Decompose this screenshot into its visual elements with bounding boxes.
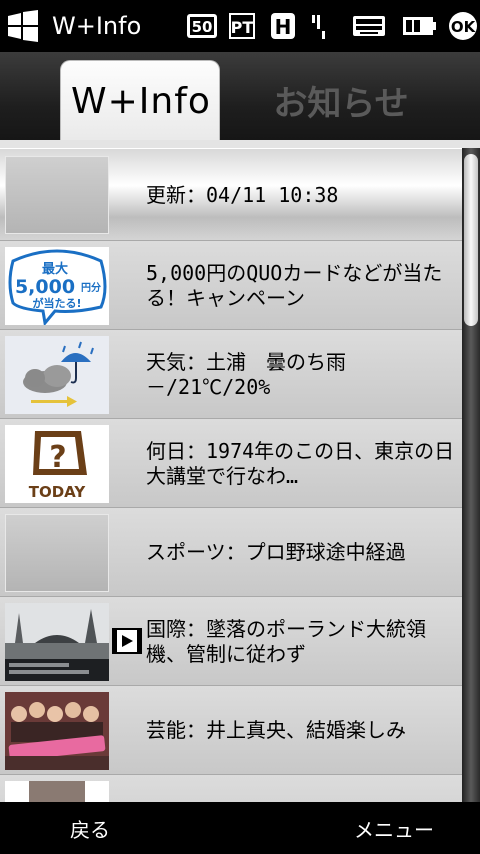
photo-partial bbox=[5, 781, 109, 802]
signal-icon bbox=[312, 15, 325, 39]
ok-button[interactable]: OK bbox=[448, 11, 478, 41]
tab-oshirase-label: お知らせ bbox=[273, 84, 409, 124]
update-header-row[interactable]: 更新：04/11 10:38 bbox=[0, 148, 462, 241]
list-item-text: 何日：1974年のこの日、東京の日大講堂で行なわ… bbox=[146, 438, 455, 488]
h-label: H bbox=[275, 15, 292, 39]
pt-icon: PT bbox=[229, 13, 255, 39]
battery-icon bbox=[403, 17, 436, 35]
list-item-text: 国際：墜落のポーランド大統領機、管制に従わず bbox=[146, 616, 426, 666]
svg-text:?: ? bbox=[49, 440, 66, 475]
scrollbar-thumb[interactable] bbox=[464, 154, 478, 326]
video-icon bbox=[112, 628, 142, 654]
photo-group-event bbox=[5, 692, 109, 770]
quo-campaign-image: 最大 5,000 円分 が当たる! bbox=[5, 247, 109, 325]
ok-label: OK bbox=[451, 18, 477, 36]
thumb-placeholder bbox=[5, 514, 109, 592]
list-item-text: スポーツ：プロ野球途中経過 bbox=[146, 540, 406, 564]
list-item[interactable]: スポーツ：プロ野球途中経過 bbox=[0, 508, 462, 597]
windows-start-icon[interactable] bbox=[6, 10, 40, 42]
scrollbar[interactable] bbox=[462, 148, 480, 802]
pt-label: PT bbox=[231, 18, 254, 37]
quo-line4: が当たる! bbox=[32, 296, 81, 310]
today-icon: ? TODAY bbox=[5, 425, 109, 503]
info-list[interactable]: 更新：04/11 10:38 最大 5,000 円分 が当たる! 5,000円の… bbox=[0, 148, 462, 802]
keyboard-icon bbox=[353, 16, 385, 36]
list-item[interactable] bbox=[0, 775, 462, 802]
softkey-bar: 戻る メニュー bbox=[0, 802, 480, 854]
h-icon: H bbox=[271, 13, 295, 39]
list-item[interactable]: 国際：墜落のポーランド大統領機、管制に従わず bbox=[0, 597, 462, 686]
back-softkey[interactable]: 戻る bbox=[70, 814, 110, 843]
weather-cloud-umbrella-icon bbox=[5, 336, 109, 414]
app-title: W+Info bbox=[52, 12, 142, 40]
list-item[interactable]: 最大 5,000 円分 が当たる! 5,000円のQUOカードなどが当たる！キャ… bbox=[0, 241, 462, 330]
news-photo-plane-crash bbox=[5, 603, 109, 681]
list-item[interactable]: 芸能：井上真央、結婚楽しみ bbox=[0, 686, 462, 775]
quo-line3: 円分 bbox=[81, 281, 101, 294]
list-item-text: 芸能：井上真央、結婚楽しみ bbox=[146, 718, 406, 742]
list-item[interactable]: 天気：土浦 曇のち雨 －/21℃/20% bbox=[0, 330, 462, 419]
quo-line2: 5,000 bbox=[15, 276, 75, 298]
today-label: TODAY bbox=[29, 483, 87, 501]
update-timestamp: 更新：04/11 10:38 bbox=[146, 183, 339, 207]
tab-winfo-label: W+Info bbox=[71, 81, 211, 122]
tab-oshirase[interactable]: お知らせ bbox=[246, 76, 436, 124]
network-icon: 50 bbox=[187, 14, 217, 38]
menu-softkey[interactable]: メニュー bbox=[354, 814, 434, 843]
header-thumb-placeholder bbox=[5, 156, 109, 234]
tab-winfo[interactable]: W+Info bbox=[60, 60, 220, 144]
list-item-text bbox=[146, 775, 458, 802]
tab-divider bbox=[0, 140, 480, 148]
tab-bar: W+Info お知らせ bbox=[0, 52, 480, 144]
network-label: 50 bbox=[192, 18, 213, 36]
list-item-text: 5,000円のQUOカードなどが当たる！キャンペーン bbox=[146, 260, 443, 310]
list-item-text: 天気：土浦 曇のち雨 －/21℃/20% bbox=[146, 349, 366, 399]
status-bar: W+Info 50 PT H OK bbox=[0, 0, 480, 52]
quo-line1: 最大 bbox=[42, 261, 68, 277]
list-item[interactable]: ? TODAY 何日：1974年のこの日、東京の日大講堂で行なわ… bbox=[0, 419, 462, 508]
